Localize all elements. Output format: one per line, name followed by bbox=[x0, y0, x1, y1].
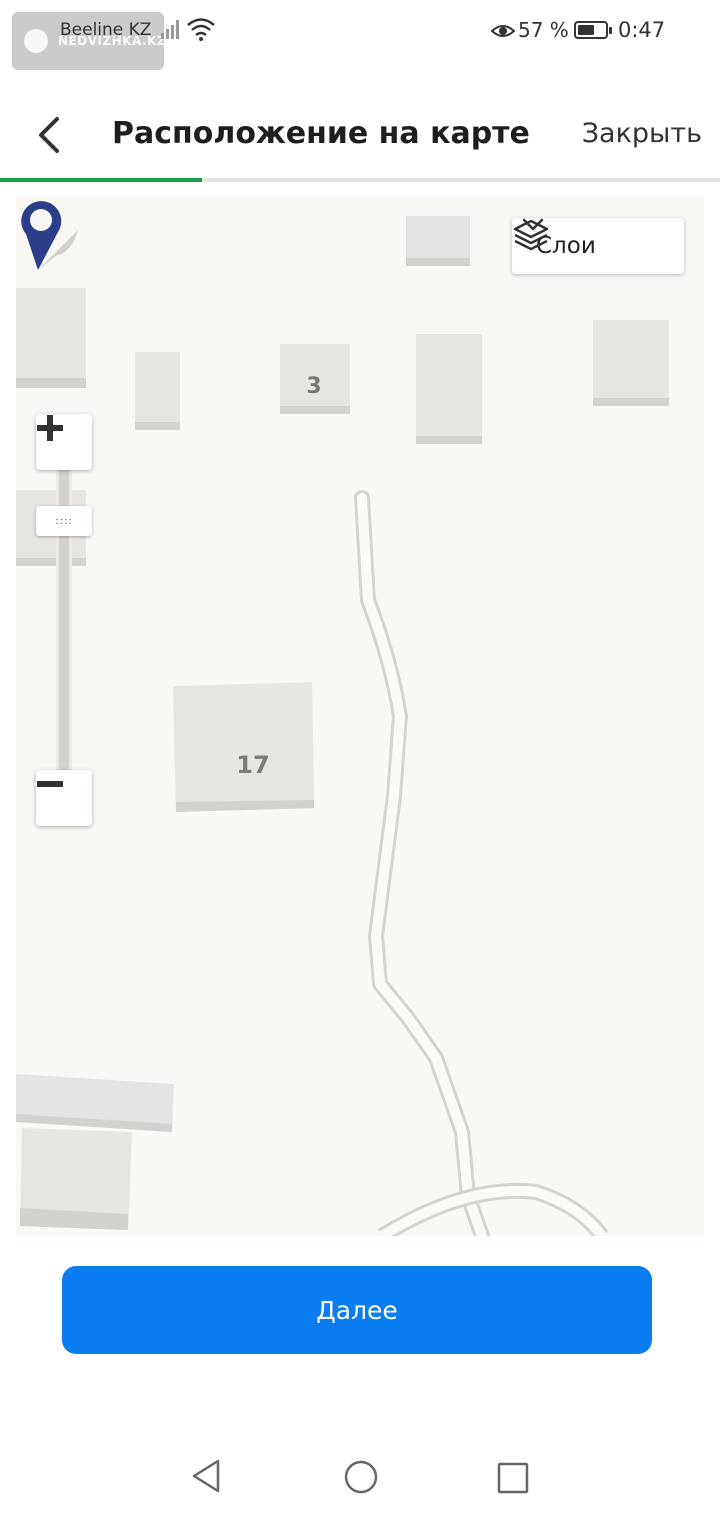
map-building bbox=[406, 216, 470, 266]
map-building bbox=[16, 288, 86, 388]
clock: 0:47 bbox=[618, 18, 666, 42]
building-number-label: 3 bbox=[306, 374, 321, 399]
system-navigation-bar bbox=[0, 1440, 720, 1520]
zoom-out-button[interactable] bbox=[36, 770, 92, 826]
map-building bbox=[416, 334, 482, 444]
map-buildings bbox=[16, 216, 669, 1230]
map-canvas: 3 17 bbox=[16, 216, 669, 1236]
nav-home-icon[interactable] bbox=[344, 1460, 378, 1494]
layers-button[interactable]: Слои bbox=[512, 218, 684, 274]
app-header: Расположение на карте Закрыть bbox=[0, 90, 720, 180]
chevron-left-icon bbox=[39, 117, 59, 153]
nav-back-icon[interactable] bbox=[190, 1458, 222, 1494]
status-bar: NEDVIZHKA.KZ Beeline KZ 57 % 0:47 bbox=[0, 0, 720, 70]
progress-bar-fill bbox=[0, 178, 202, 182]
zoom-in-button[interactable] bbox=[36, 414, 92, 470]
plus-icon bbox=[37, 415, 63, 441]
close-button[interactable]: Закрыть bbox=[582, 118, 702, 149]
map-building bbox=[173, 682, 314, 812]
back-button[interactable] bbox=[26, 112, 72, 158]
carrier-name: Beeline KZ bbox=[60, 20, 152, 40]
wifi-icon bbox=[187, 18, 215, 41]
page-title: Расположение на карте bbox=[112, 116, 530, 151]
chevron-down-icon bbox=[522, 218, 544, 231]
zoom-slider-handle[interactable]: :::: bbox=[36, 506, 92, 536]
map-building bbox=[593, 320, 669, 406]
watermark-logo-icon bbox=[24, 29, 48, 53]
map-pin-icon[interactable] bbox=[16, 196, 80, 274]
battery-icon bbox=[574, 21, 612, 39]
map-building bbox=[20, 1128, 132, 1230]
nav-recents-icon[interactable] bbox=[497, 1462, 529, 1494]
building-number-label: 17 bbox=[236, 751, 269, 779]
next-button[interactable]: Далее bbox=[62, 1266, 652, 1354]
minus-icon bbox=[37, 781, 63, 787]
map-road bbox=[354, 490, 609, 1236]
eye-icon bbox=[491, 25, 515, 37]
battery-percent: 57 % bbox=[518, 18, 569, 42]
map-building bbox=[16, 1074, 174, 1132]
map-view[interactable]: 3 17 Слои :::: bbox=[16, 196, 704, 1236]
signal-icon bbox=[161, 20, 179, 39]
progress-bar bbox=[0, 178, 720, 182]
map-building bbox=[135, 352, 180, 430]
